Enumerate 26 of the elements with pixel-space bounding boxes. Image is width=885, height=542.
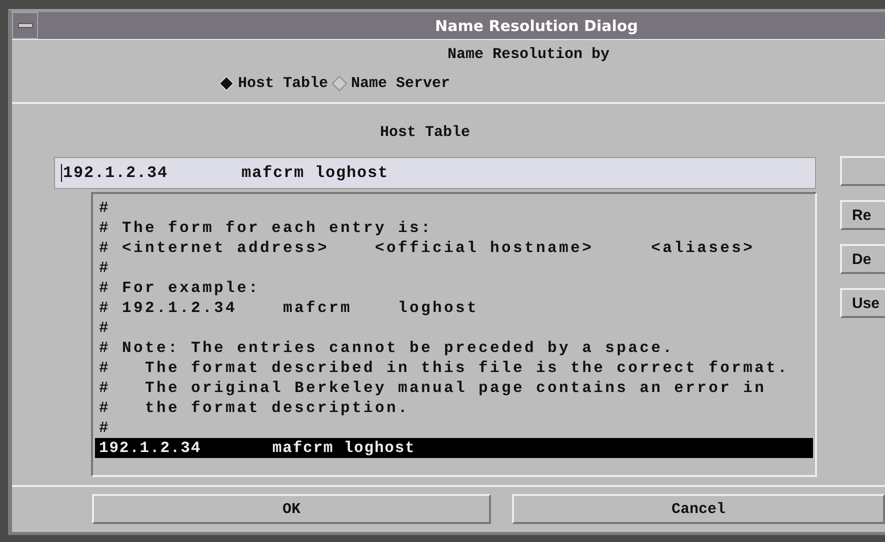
list-line[interactable]: # The form for each entry is: [95, 218, 813, 238]
side-button[interactable]: Use [840, 288, 885, 318]
host-entry-field[interactable]: 192.1.2.34 mafcrm loghost [54, 157, 816, 189]
host-table-list[interactable] [91, 192, 817, 477]
list-line[interactable]: # [95, 258, 813, 278]
list-line[interactable]: # The format described in this file is the correct format. [95, 358, 813, 378]
list-line[interactable]: # For example: [95, 278, 813, 298]
list-line[interactable]: # [95, 418, 813, 438]
side-button[interactable] [840, 156, 885, 186]
list-line[interactable]: # [95, 198, 813, 218]
list-line[interactable]: # <internet address> <official hostname> <aliases> [95, 238, 813, 258]
list-line[interactable]: # Note: The entries cannot be preceded by a space. [95, 338, 813, 358]
window-title: Name Resolution Dialog [434, 16, 639, 34]
list-line[interactable]: # [95, 318, 813, 338]
section-heading: Name Resolution by [446, 46, 611, 63]
section-heading: Host Table [378, 124, 471, 141]
list-line[interactable]: # The original Berkeley manual page contains an error in [95, 378, 813, 398]
side-button[interactable]: Re [840, 200, 885, 230]
dialog-button[interactable]: Cancel [512, 494, 885, 524]
radio-option[interactable]: Name Server [332, 75, 452, 92]
dialog-button[interactable]: OK [92, 494, 492, 524]
list-line[interactable]: # the format description. [95, 398, 813, 418]
list-line[interactable]: # 192.1.2.34 mafcrm loghost [95, 298, 813, 318]
side-button[interactable]: De [840, 244, 885, 274]
window-menu-button[interactable] [12, 12, 38, 39]
radio-option[interactable]: Host Table [219, 75, 330, 92]
